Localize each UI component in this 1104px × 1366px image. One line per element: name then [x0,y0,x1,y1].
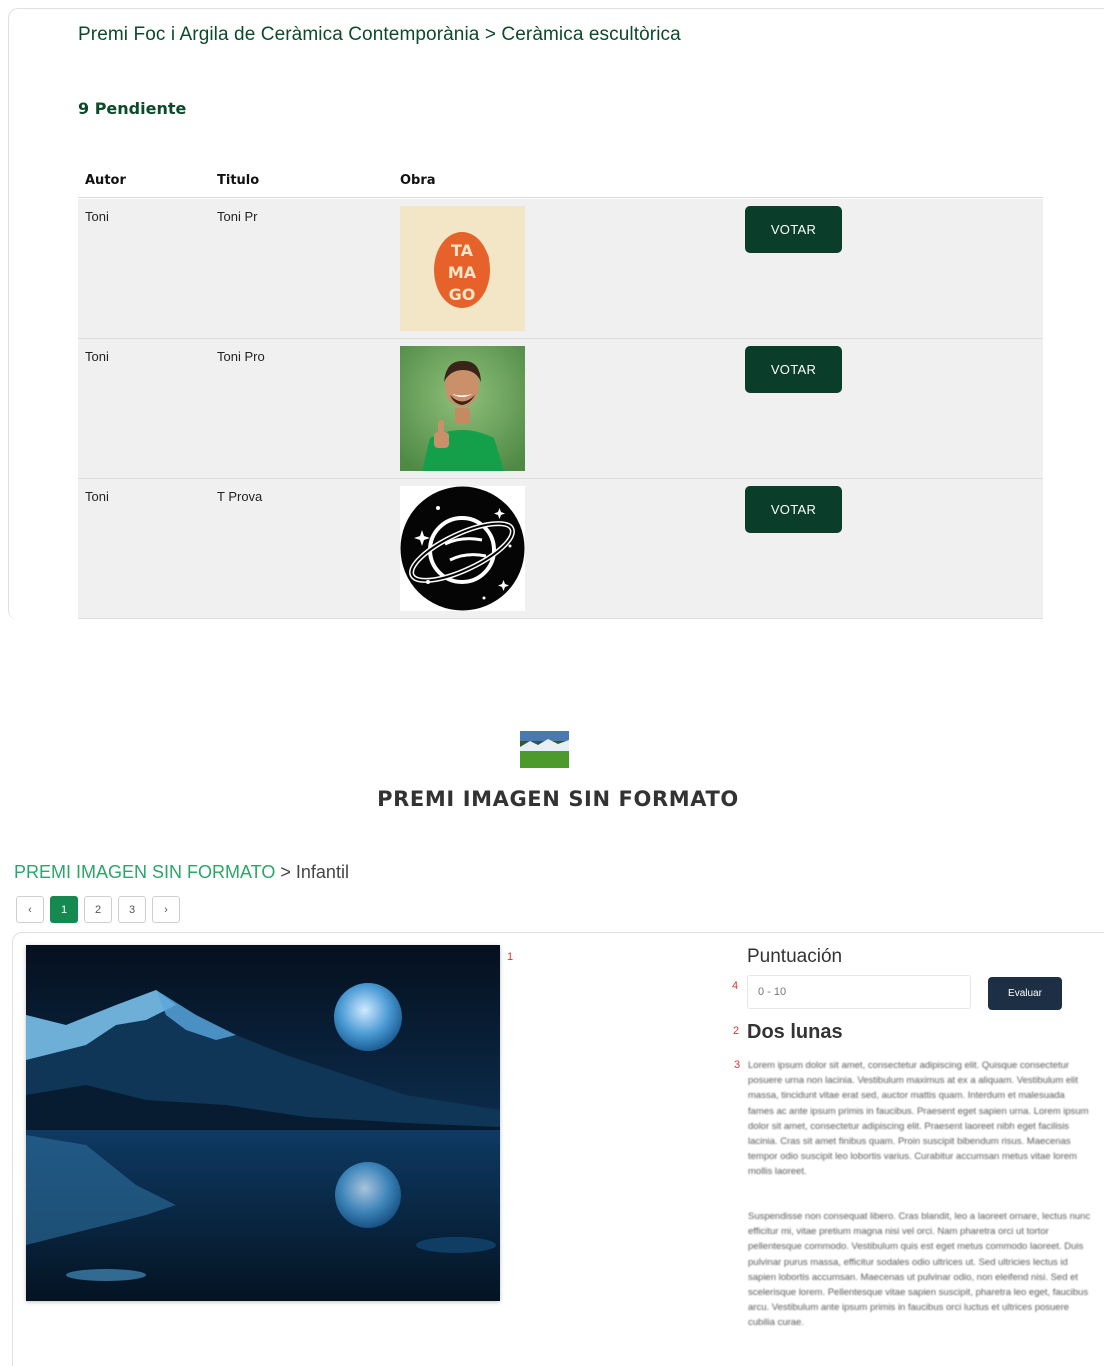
annotation-marker-4: 4 [732,980,739,992]
svg-text:MA: MA [448,263,477,282]
table-row: Toni Toni Pro VOTAR [78,339,1043,479]
category-breadcrumb: PREMI IMAGEN SIN FORMATO > Infantil [14,862,349,883]
annotation-marker-1: 1 [507,951,514,963]
contest-breadcrumb[interactable]: Premi Foc i Argila de Ceràmica Contempor… [78,24,681,46]
score-input[interactable] [747,975,971,1009]
vote-button[interactable]: VOTAR [745,486,842,533]
pagination-page-3[interactable]: 3 [118,896,146,923]
work-description-paragraph-2: Suspendisse non consequat libero. Cras b… [748,1211,1091,1329]
planet-icon-image[interactable] [400,486,525,611]
pagination: ‹ 1 2 3 › [16,896,180,923]
svg-text:TA: TA [451,241,474,260]
contest-title: PREMI IMAGEN SIN FORMATO [377,787,739,811]
svg-text:GO: GO [449,285,476,304]
annotation-marker-2: 2 [733,1025,740,1037]
author-cell: Toni [85,489,109,504]
column-header-work: Obra [400,173,436,188]
work-description-paragraph-1: Lorem ipsum dolor sit amet, consectetur … [748,1060,1089,1178]
author-cell: Toni [85,349,109,364]
title-cell: Toni Pro [217,349,265,364]
pending-count-title: 9 Pendiente [78,99,187,118]
table-row: Toni Toni Pr TA MA GO VOTAR [78,199,1043,339]
tamago-logo-image[interactable]: TA MA GO [400,206,525,331]
annotation-marker-3: 3 [734,1059,741,1071]
man-thumbs-up-photo[interactable] [400,346,525,471]
vote-button[interactable]: VOTAR [745,346,842,393]
artwork-photo[interactable] [26,945,500,1301]
column-header-title: Titulo [217,173,260,188]
score-label: Puntuación [747,946,843,967]
work-title: Dos lunas [747,1021,843,1043]
table-header: Autor Titulo Obra [78,172,1043,198]
breadcrumb-separator: > [280,862,291,882]
title-cell: T Prova [217,489,263,504]
pagination-page-2[interactable]: 2 [84,896,112,923]
pagination-prev-button[interactable]: ‹ [16,896,44,923]
pagination-page-1[interactable]: 1 [50,896,78,923]
author-cell: Toni [85,209,109,224]
evaluate-button[interactable]: Evaluar [988,977,1062,1010]
title-cell: Toni Pr [217,209,258,224]
table-row: Toni T Prova VOTAR [78,479,1043,619]
contest-logo-image [520,731,569,768]
column-header-author: Autor [85,173,126,188]
vote-button[interactable]: VOTAR [745,206,842,253]
breadcrumb-contest-link[interactable]: PREMI IMAGEN SIN FORMATO [14,862,275,882]
pagination-next-button[interactable]: › [152,896,180,923]
breadcrumb-current: Infantil [295,862,349,882]
